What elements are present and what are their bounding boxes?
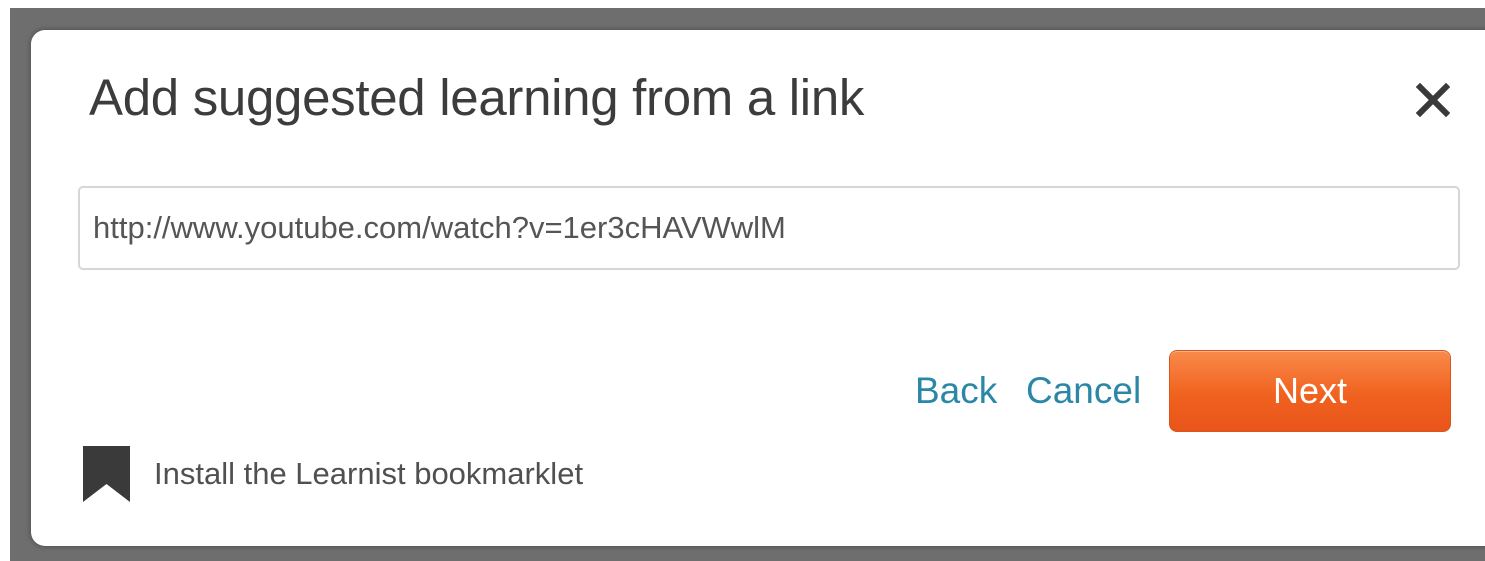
cancel-link[interactable]: Cancel [1026,370,1141,412]
url-input[interactable] [78,186,1460,270]
install-bookmarklet-link[interactable]: Install the Learnist bookmarklet [81,444,583,504]
next-button[interactable]: Next [1169,350,1451,432]
close-icon [1416,83,1450,117]
dialog-title: Add suggested learning from a link [89,69,865,126]
bookmark-icon [83,446,130,502]
bookmarklet-label: Install the Learnist bookmarklet [154,456,584,491]
close-button[interactable] [1411,78,1455,122]
back-link[interactable]: Back [915,370,997,412]
add-link-dialog: Add suggested learning from a link Back … [31,30,1485,546]
